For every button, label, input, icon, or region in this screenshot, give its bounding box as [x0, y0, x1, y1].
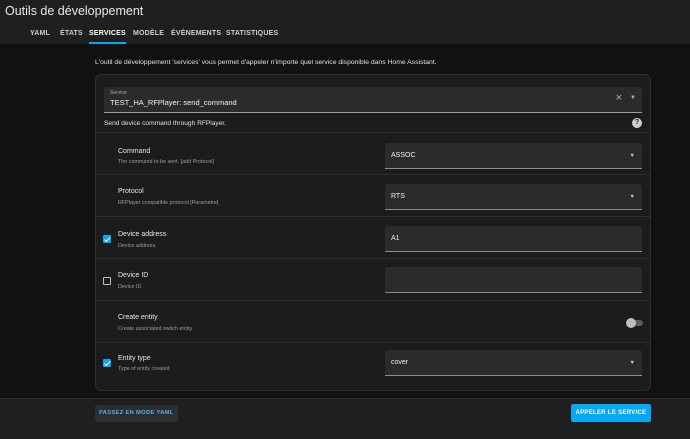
entity-type-select[interactable]: cover ▼ — [385, 350, 642, 376]
tab-services[interactable]: SERVICES — [89, 24, 126, 44]
chevron-down-icon: ▼ — [629, 360, 635, 366]
field-row-protocol: Protocol RFPlayer compatible protocol.[P… — [96, 174, 650, 216]
call-service-button[interactable]: APPELER LE SERVICE — [571, 404, 651, 422]
tab-modele[interactable]: MODÈLE — [133, 24, 164, 44]
protocol-select[interactable]: RTS ▼ — [385, 184, 642, 210]
field-description: Device ID. — [118, 284, 143, 290]
page-title: Outils de développement — [5, 4, 144, 18]
tab-etats[interactable]: ÉTATS — [60, 24, 83, 44]
entity-type-value: cover — [391, 359, 409, 366]
tab-evenements[interactable]: ÉVÉNEMENTS — [171, 24, 221, 44]
field-description: The command to be sent. [add Protocol] — [118, 159, 214, 165]
field-row-command: Command The command to be sent. [add Pro… — [96, 132, 650, 174]
tab-yaml[interactable]: YAML — [30, 24, 50, 44]
field-name: Create entity — [118, 314, 158, 321]
command-select[interactable]: ASSOC ▼ — [385, 143, 642, 169]
service-select[interactable]: Service TEST_HA_RFPlayer: send_command ×… — [104, 87, 642, 113]
field-row-device-address: Device address Device address. A1 — [96, 216, 650, 258]
device-address-input[interactable]: A1 — [385, 226, 642, 252]
tab-statistiques[interactable]: STATISTIQUES — [226, 24, 278, 44]
field-description: Create associated switch entity — [118, 326, 193, 332]
entity-type-checkbox[interactable] — [103, 359, 111, 367]
create-entity-toggle[interactable] — [626, 317, 644, 329]
footer-bar: PASSEZ EN MODE YAML APPELER LE SERVICE — [0, 398, 690, 439]
device-id-input[interactable] — [385, 267, 642, 293]
chevron-down-icon[interactable]: ▼ — [630, 95, 636, 101]
field-row-device-id: Device ID Device ID. — [96, 258, 650, 300]
intro-text: L'outil de développement 'services' vous… — [95, 59, 437, 66]
service-description: Send device command through RFPlayer. — [104, 120, 227, 127]
field-name: Device address — [118, 231, 167, 238]
protocol-value: RTS — [391, 193, 405, 200]
service-label: Service — [110, 90, 127, 96]
toggle-knob — [626, 318, 636, 328]
field-row-create-entity: Create entity Create associated switch e… — [96, 300, 650, 342]
close-icon[interactable]: × — [616, 91, 622, 105]
device-address-value: A1 — [391, 235, 400, 242]
service-value: TEST_HA_RFPlayer: send_command — [110, 98, 237, 107]
field-name: Device ID — [118, 272, 149, 279]
field-description: Device address. — [118, 243, 157, 249]
device-address-checkbox[interactable] — [103, 235, 111, 243]
device-id-checkbox[interactable] — [103, 277, 111, 285]
service-card: Service TEST_HA_RFPlayer: send_command ×… — [95, 74, 651, 391]
yaml-mode-button[interactable]: PASSEZ EN MODE YAML — [95, 405, 178, 422]
top-app-bar: Outils de développement YAML ÉTATS SERVI… — [0, 0, 690, 44]
field-row-entity-type: Entity type Type of entity created cover… — [96, 342, 650, 384]
help-icon[interactable]: ? — [632, 118, 642, 128]
field-description: Type of entity created — [118, 366, 170, 372]
chevron-down-icon: ▼ — [629, 153, 635, 159]
tab-bar: YAML ÉTATS SERVICES MODÈLE ÉVÉNEMENTS ST… — [0, 24, 690, 44]
chevron-down-icon: ▼ — [629, 194, 635, 200]
command-value: ASSOC — [391, 152, 416, 159]
field-description: RFPlayer compatible protocol.[Parametre] — [118, 200, 219, 206]
field-name: Command — [118, 148, 151, 155]
field-name: Protocol — [118, 188, 144, 195]
field-name: Entity type — [118, 355, 151, 362]
